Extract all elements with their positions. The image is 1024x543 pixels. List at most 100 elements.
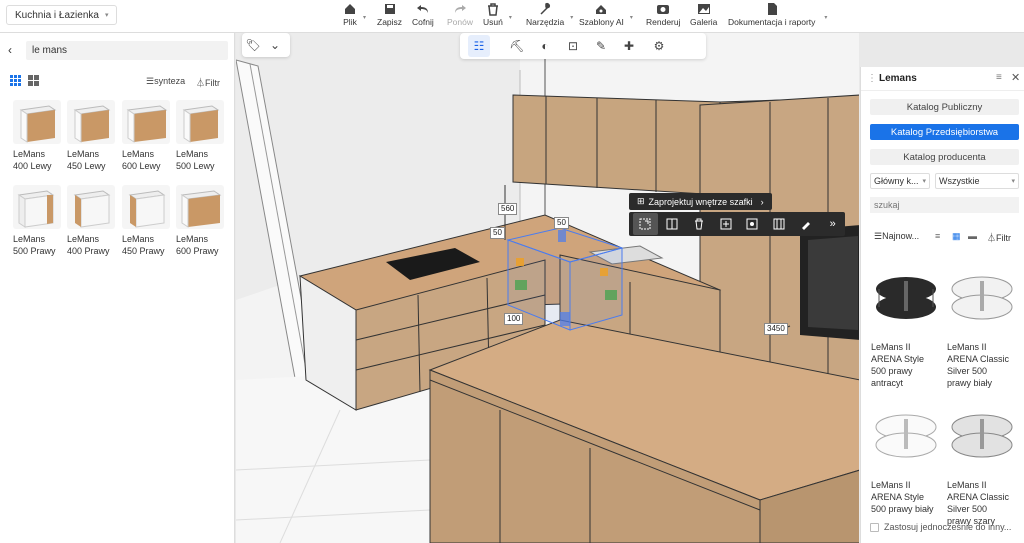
toolbar-delete-button[interactable]: Usuń ▾: [483, 2, 512, 27]
product-card[interactable]: LeMans II ARENA Style 500 prawy antracyt: [871, 267, 943, 389]
product-card[interactable]: LeMans 500 Prawy: [13, 185, 65, 257]
object-context-toolbar: »: [629, 212, 845, 236]
dimension-label[interactable]: 560: [498, 203, 518, 215]
product-card[interactable]: LeMans II ARENA Classic Silver 500 prawy…: [947, 267, 1019, 389]
product-card[interactable]: LeMans 600 Prawy: [176, 185, 228, 257]
chevron-down-icon: ▾: [922, 178, 926, 185]
select-icon[interactable]: ☷: [468, 35, 490, 57]
folder-icon[interactable]: ▬: [968, 231, 977, 241]
top-toolbar: Kuchnia i Łazienka ▾ Plik ▾ Zapisz Cofnij…: [0, 0, 1024, 33]
search-row: ‹: [0, 39, 235, 61]
sort-icon: ☰: [146, 76, 155, 86]
trash-icon[interactable]: [687, 213, 712, 235]
tag-icon[interactable]: 🏷: [242, 34, 264, 56]
menu-icon[interactable]: ≡: [996, 72, 1002, 83]
more-icon[interactable]: »: [820, 213, 845, 235]
sort-button[interactable]: ☰Najnow...: [874, 231, 919, 242]
apply-to-others-checkbox[interactable]: Zastosuj jednocześnie do inny...: [870, 522, 1011, 532]
settings-icon[interactable]: ⚙: [648, 35, 670, 57]
cabinet-thumbnail: [176, 185, 224, 229]
product-card[interactable]: LeMans II ARENA Style 500 prawy biały: [871, 405, 943, 515]
add-icon[interactable]: [713, 213, 738, 235]
product-card[interactable]: LeMans 450 Prawy: [122, 185, 174, 257]
dimension-label[interactable]: 100: [504, 313, 524, 325]
catalog-search-input[interactable]: [26, 41, 228, 60]
left-catalog-panel: ‹ ☰synteza ⏃Filtr LeMans 400 Lewy LeMans…: [0, 33, 235, 543]
category-select[interactable]: Główny k... ▾: [870, 173, 930, 189]
delete-icon: [487, 3, 498, 16]
toolbar-ai-templates-button[interactable]: Szablony AI ▾: [579, 2, 633, 27]
grid-view-icon[interactable]: ▦: [952, 231, 961, 242]
cabinet-thumbnail: [122, 100, 170, 144]
paint-icon[interactable]: ⛏: [506, 35, 528, 57]
filter-button[interactable]: ⏃Filtr: [987, 231, 1011, 244]
dimension-label[interactable]: 50: [554, 217, 569, 229]
cabinet-thumbnail: [67, 100, 115, 144]
chevron-down-icon[interactable]: ⌄: [264, 34, 286, 56]
tag-tool-group: 🏷 ⌄: [242, 33, 290, 57]
product-card[interactable]: LeMans 400 Prawy: [67, 185, 119, 257]
columns-icon[interactable]: [767, 213, 792, 235]
measure-icon[interactable]: ✎: [590, 35, 612, 57]
corner-carousel-thumbnail: [947, 267, 1017, 335]
gallery-icon: [697, 4, 710, 14]
redo-icon: [455, 5, 466, 13]
toolbar-undo-button[interactable]: Cofnij: [412, 2, 434, 27]
product-card[interactable]: LeMans 400 Lewy: [13, 100, 65, 172]
panel-title: Lemans: [879, 73, 917, 84]
product-card[interactable]: LeMans II ARENA Classic Silver 500 prawy…: [947, 405, 1019, 527]
chevron-right-icon: ›: [760, 196, 764, 207]
puzzle-icon[interactable]: ✚: [618, 35, 640, 57]
design-interior-button[interactable]: ⊞ Zaprojektuj wnętrze szafki ›: [629, 193, 772, 210]
cabinet-thumbnail: [176, 100, 224, 144]
toolbar-file-button[interactable]: Plik ▾: [343, 2, 366, 27]
product-card[interactable]: LeMans 500 Lewy: [176, 100, 228, 172]
chevron-down-icon: ▾: [104, 12, 109, 19]
product-card[interactable]: LeMans 600 Lewy: [122, 100, 174, 172]
back-arrow-icon[interactable]: ‹: [8, 43, 12, 57]
view-tools-bar: ☷ ⛏ ◐ ⊡ ✎ ✚ ⚙: [460, 33, 706, 59]
split-icon[interactable]: [660, 213, 685, 235]
filter-icon: ⏃: [987, 233, 997, 243]
toolbar-redo-button[interactable]: Ponów: [447, 2, 473, 27]
small-grid-icon[interactable]: [10, 75, 21, 86]
3d-viewport[interactable]: 🏷 ⌄ ☷ ⛏ ◐ ⊡ ✎ ✚ ⚙ 560 50 50 100 3450: [236, 33, 859, 543]
dimension-label[interactable]: 50: [490, 227, 505, 239]
view-options-bar: ☰Najnow... ≡ ▦ ▬ ⏃Filtr: [861, 231, 1024, 245]
toolbar-save-button[interactable]: Zapisz: [377, 2, 402, 27]
filter-select[interactable]: Wszystkie ▾: [935, 173, 1019, 189]
enterprise-catalog-button[interactable]: Katalog Przedsiębiorstwa: [870, 124, 1019, 140]
render-icon: [657, 5, 670, 14]
dimension-label[interactable]: 3450: [764, 323, 788, 335]
toolbar-gallery-button[interactable]: Galeria: [690, 2, 717, 27]
cabinet-thumbnail: [13, 100, 61, 144]
resize-icon[interactable]: [633, 213, 658, 235]
panel-header: ⋮ Lemans ≡ ✕: [861, 67, 1024, 91]
frame-icon[interactable]: ⊡: [562, 35, 584, 57]
cabinet-thumbnail: [13, 185, 61, 229]
chevron-down-icon: ▾: [1011, 178, 1015, 185]
tools-icon: [540, 3, 551, 15]
catalog-search-input[interactable]: [870, 197, 1019, 213]
manufacturer-catalog-button[interactable]: Katalog producenta: [870, 149, 1019, 165]
toolbar-docs-button[interactable]: Dokumentacja i raporty ▾: [728, 2, 827, 27]
list-view-icon[interactable]: ≡: [935, 231, 940, 241]
drag-handle-icon[interactable]: ⋮: [867, 73, 877, 84]
replace-icon[interactable]: [740, 213, 765, 235]
save-icon: [384, 4, 395, 14]
brush-icon[interactable]: [794, 213, 819, 235]
project-selector[interactable]: Kuchnia i Łazienka ▾: [6, 5, 118, 25]
close-icon[interactable]: ✕: [1011, 71, 1020, 84]
public-catalog-button[interactable]: Katalog Publiczny: [870, 99, 1019, 115]
sort-button[interactable]: ☰synteza: [146, 76, 185, 87]
corner-carousel-thumbnail: [871, 405, 941, 473]
right-catalog-panel: ⋮ Lemans ≡ ✕ Katalog Publiczny Katalog P…: [860, 67, 1024, 543]
product-card[interactable]: LeMans 450 Lewy: [67, 100, 119, 172]
toolbar-tools-button[interactable]: Narzędzia ▾: [526, 2, 573, 27]
home-icon: [345, 4, 355, 14]
templates-ai-icon: [596, 5, 607, 14]
large-grid-icon[interactable]: [28, 75, 39, 86]
material-icon[interactable]: ◐: [534, 35, 556, 57]
toolbar-render-button[interactable]: Renderuj: [646, 2, 681, 27]
filter-button[interactable]: ⏃Filtr: [196, 76, 220, 89]
